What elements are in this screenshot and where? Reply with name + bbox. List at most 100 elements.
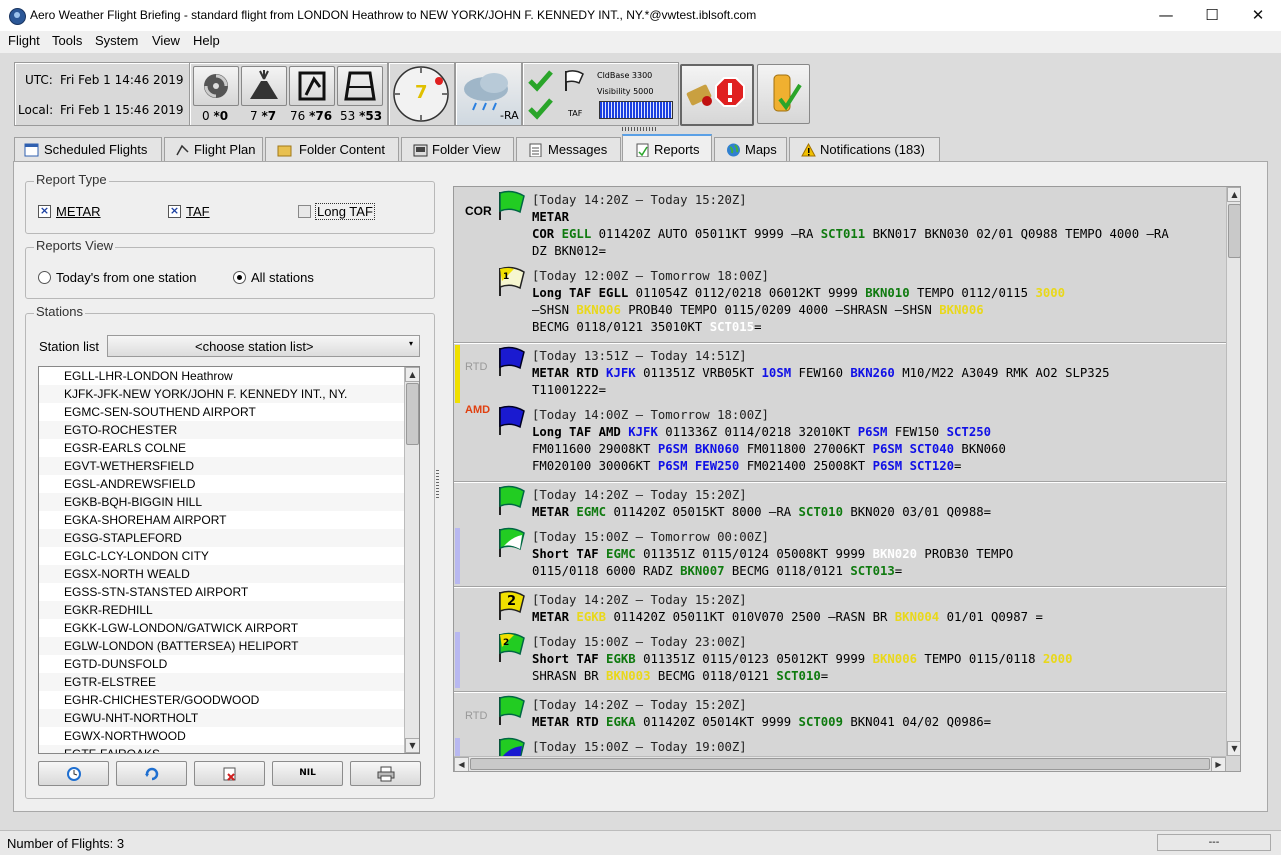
- station-list-scrollbar[interactable]: ▲ ▼: [404, 367, 419, 753]
- scroll-up-icon[interactable]: ▲: [1227, 187, 1240, 202]
- station-list-item[interactable]: KJFK-JFK-NEW YORK/JOHN F. KENNEDY INT., …: [39, 385, 405, 403]
- yellow-green-flag-icon: [499, 632, 525, 662]
- globe-icon: [727, 143, 740, 157]
- status-panel[interactable]: TAF CldBase 3300 Visibility 5000: [522, 62, 679, 126]
- report-token: 011420Z 05011KT 010V070 2500 —RASN BR: [606, 610, 895, 624]
- menu-view[interactable]: View: [152, 33, 180, 48]
- reports-vertical-scrollbar[interactable]: ▲ ▼: [1226, 187, 1240, 756]
- visibility-label: Visibility 5000: [597, 87, 654, 96]
- flag-icon: [565, 70, 584, 91]
- all-stations-label[interactable]: All stations: [251, 270, 314, 285]
- report-text: COR EGLL 011420Z AUTO 05011KT 9999 —RA S…: [532, 227, 1169, 241]
- time-panel: UTC: Fri Feb 1 14:46 2019 Local: Fri Feb…: [14, 62, 190, 126]
- scroll-right-icon[interactable]: ▶: [1211, 757, 1226, 771]
- taf-label[interactable]: TAF: [186, 204, 210, 219]
- station-list-item[interactable]: EGSR-EARLS COLNE: [39, 439, 405, 457]
- report-token: [687, 459, 694, 473]
- schedule-button[interactable]: [38, 761, 109, 786]
- station-list-item[interactable]: EGWX-NORTHWOOD: [39, 727, 405, 745]
- toolbar: UTC: Fri Feb 1 14:46 2019 Local: Fri Feb…: [0, 55, 1281, 133]
- report-text: METAR: [532, 210, 570, 224]
- all-stations-radio[interactable]: [233, 271, 246, 284]
- report-text: Long TAF EGLL 011054Z 0112/0218 06012KT …: [532, 286, 1065, 300]
- report-token: SCT040: [909, 442, 955, 456]
- station-list-item[interactable]: EGSL-ANDREWSFIELD: [39, 475, 405, 493]
- report-token: FEW250: [694, 459, 740, 473]
- tab-folder-view[interactable]: Folder View: [401, 137, 514, 161]
- airmet-button[interactable]: [337, 66, 383, 106]
- long-taf-label[interactable]: Long TAF: [315, 203, 375, 220]
- station-list-item[interactable]: EGSS-STN-STANSTED AIRPORT: [39, 583, 405, 601]
- scroll-up-icon[interactable]: ▲: [405, 367, 419, 382]
- station-list-item[interactable]: EGLL-LHR-LONDON Heathrow: [39, 367, 405, 385]
- maximize-button[interactable]: ☐: [1189, 0, 1235, 31]
- report-validity: [Today 14:00Z — Tomorrow 18:00Z]: [532, 408, 769, 422]
- report-token: EGKB: [606, 652, 636, 666]
- scroll-left-icon[interactable]: ◀: [454, 757, 469, 771]
- station-list-item[interactable]: EGLW-LONDON (BATTERSEA) HELIPORT: [39, 637, 405, 655]
- report-token: EGMC: [606, 547, 636, 561]
- tab-scheduled-flights[interactable]: Scheduled Flights: [14, 137, 162, 161]
- tab-messages[interactable]: Messages: [516, 137, 621, 161]
- reports-pane[interactable]: COR RTD AMD RTD 1 2 2 [Today 14:20Z — To…: [453, 186, 1241, 772]
- station-list-item[interactable]: EGKK-LGW-LONDON/GATWICK AIRPORT: [39, 619, 405, 637]
- one-station-label[interactable]: Today's from one station: [56, 270, 197, 285]
- reports-horizontal-scrollbar[interactable]: ◀ ▶: [454, 756, 1226, 771]
- station-list-combo[interactable]: <choose station list> ▾: [107, 335, 420, 357]
- menu-flight[interactable]: Flight: [8, 33, 40, 48]
- clear-button[interactable]: [194, 761, 265, 786]
- refresh-button[interactable]: [116, 761, 187, 786]
- report-token: BKN017 BKN030 02/01 Q0988 TEMPO 4000 —RA: [865, 227, 1169, 241]
- station-list-item[interactable]: EGTO-ROCHESTER: [39, 421, 405, 439]
- station-list-item[interactable]: EGMC-SEN-SOUTHEND AIRPORT: [39, 403, 405, 421]
- station-list-item[interactable]: EGHR-CHICHESTER/GOODWOOD: [39, 691, 405, 709]
- toolbar-grip[interactable]: [622, 127, 656, 131]
- station-list-item[interactable]: EGTD-DUNSFOLD: [39, 655, 405, 673]
- menu-tools[interactable]: Tools: [52, 33, 82, 48]
- utc-label: UTC:: [25, 73, 53, 87]
- station-list-item[interactable]: EGKB-BQH-BIGGIN HILL: [39, 493, 405, 511]
- tab-reports[interactable]: Reports: [622, 134, 712, 162]
- station-list-item[interactable]: EGKR-REDHILL: [39, 601, 405, 619]
- station-list-item[interactable]: EGKA-SHOREHAM AIRPORT: [39, 511, 405, 529]
- station-list[interactable]: EGLL-LHR-LONDON Heathrow KJFK-JFK-NEW YOR…: [38, 366, 420, 754]
- station-list-item[interactable]: EGTR-ELSTREE: [39, 673, 405, 691]
- station-list-item[interactable]: EGSG-STAPLEFORD: [39, 529, 405, 547]
- weather-panel[interactable]: -RA: [455, 62, 522, 126]
- taf-checkbox[interactable]: ×: [168, 205, 181, 218]
- clock-panel[interactable]: 7: [388, 62, 455, 126]
- splitter-handle[interactable]: [436, 470, 439, 498]
- station-list-item[interactable]: EGSX-NORTH WEALD: [39, 565, 405, 583]
- station-list-item[interactable]: EGVT-WETHERSFIELD: [39, 457, 405, 475]
- tab-maps[interactable]: Maps: [714, 137, 787, 161]
- station-list-item[interactable]: EGTF-FAIROAKS: [39, 745, 405, 753]
- nil-button[interactable]: NIL: [272, 761, 343, 786]
- print-button[interactable]: [350, 761, 421, 786]
- scroll-down-icon[interactable]: ▼: [405, 738, 419, 753]
- long-taf-checkbox[interactable]: [298, 205, 311, 218]
- menu-help[interactable]: Help: [193, 33, 220, 48]
- metar-checkbox[interactable]: ×: [38, 205, 51, 218]
- report-token: 0115/0118 6000 RADZ: [532, 564, 681, 578]
- sigmet-button[interactable]: [289, 66, 335, 106]
- scroll-thumb[interactable]: [1228, 204, 1240, 258]
- acknowledge-button[interactable]: [757, 64, 810, 124]
- report-token: Short TAF: [532, 652, 607, 666]
- tab-flight-plan[interactable]: Flight Plan: [164, 137, 263, 161]
- metar-label[interactable]: METAR: [56, 204, 101, 219]
- tab-notifications[interactable]: Notifications (183): [789, 137, 940, 161]
- scroll-thumb[interactable]: [406, 383, 419, 445]
- report-token: P6SM: [872, 442, 903, 456]
- one-station-radio[interactable]: [38, 271, 51, 284]
- close-button[interactable]: ✕: [1235, 0, 1281, 31]
- cyclone-button[interactable]: [193, 66, 239, 106]
- scroll-down-icon[interactable]: ▼: [1227, 741, 1240, 756]
- menu-system[interactable]: System: [95, 33, 138, 48]
- volcano-button[interactable]: [241, 66, 287, 106]
- station-list-item[interactable]: EGLC-LCY-LONDON CITY: [39, 547, 405, 565]
- minimize-button[interactable]: —: [1143, 0, 1189, 31]
- tab-folder-content[interactable]: Folder Content: [265, 137, 399, 161]
- scroll-thumb[interactable]: [470, 758, 1210, 770]
- station-list-item[interactable]: EGWU-NHT-NORTHOLT: [39, 709, 405, 727]
- alarm-button[interactable]: [680, 64, 754, 126]
